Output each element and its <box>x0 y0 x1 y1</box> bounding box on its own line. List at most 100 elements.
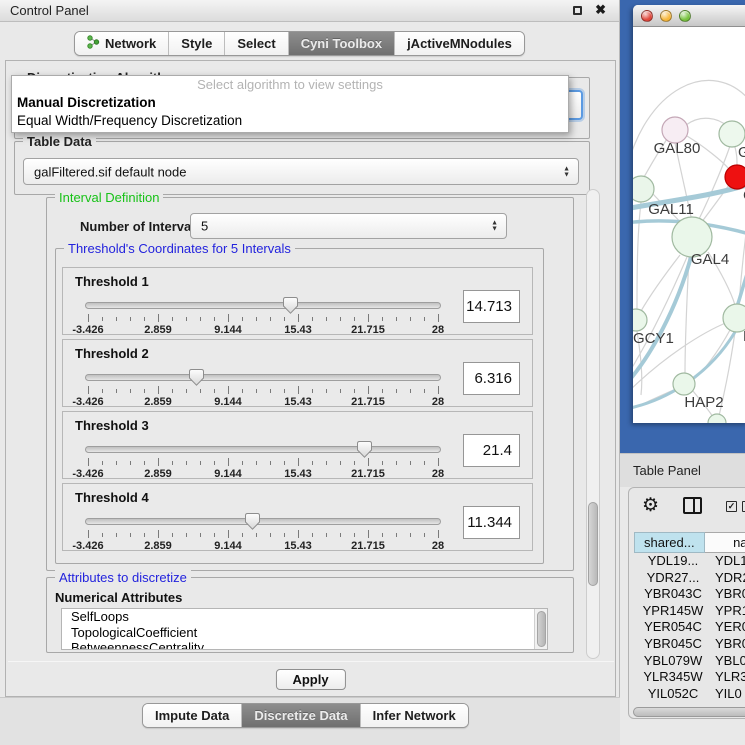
tab-jactivemnodules[interactable]: jActiveMNodules <box>395 32 524 55</box>
cell-name[interactable]: YLR3 <box>712 669 745 686</box>
tab-discretize-data[interactable]: Discretize Data <box>242 704 360 727</box>
table-data-combobox[interactable]: galFiltered.sif default node ▲▼ <box>23 158 579 185</box>
table-horizontal-scrollbar[interactable] <box>633 707 745 719</box>
tab-network[interactable]: Network <box>75 32 169 55</box>
cell-shared-name[interactable]: YPR145W <box>634 603 712 620</box>
slider-track[interactable] <box>85 518 441 525</box>
cell-name[interactable]: YBR0 <box>712 586 745 603</box>
slider-track[interactable] <box>85 374 441 381</box>
network-node-hap2[interactable] <box>673 373 695 395</box>
stepper-icon: ▲▼ <box>563 166 570 177</box>
tab-infer-network[interactable]: Infer Network <box>361 704 468 727</box>
mac-close-icon[interactable] <box>641 10 653 22</box>
cell-name[interactable]: YBR0 <box>712 636 745 653</box>
tick-label: 15.43 <box>284 540 312 552</box>
close-icon[interactable]: ✖ <box>595 2 606 18</box>
table-row[interactable]: YBR043CYBR0 <box>634 586 745 603</box>
threshold-slider[interactable]: -3.4262.8599.14415.4321.71528 <box>85 368 441 406</box>
cell-shared-name[interactable]: YDL19... <box>634 553 712 570</box>
threshold-slider[interactable]: -3.4262.8599.14415.4321.71528 <box>85 440 441 478</box>
tick-label: 21.715 <box>351 540 385 552</box>
slider-thumb[interactable] <box>357 441 372 458</box>
threshold-panel-1: Threshold 1-3.4262.8599.14415.4321.71528… <box>62 267 533 335</box>
attribute-item-topologicalcoefficient[interactable]: TopologicalCoefficient <box>62 625 547 641</box>
scrollbar-thumb[interactable] <box>588 502 598 586</box>
numerical-attributes-list[interactable]: SelfLoopsTopologicalCoefficientBetweenne… <box>61 608 548 650</box>
slider-track[interactable] <box>85 446 441 453</box>
cell-shared-name[interactable]: YLR345W <box>634 669 712 686</box>
algorithm-option-manual-discretization[interactable]: Manual Discretization <box>12 94 568 112</box>
attribute-item-selfloops[interactable]: SelfLoops <box>62 609 547 625</box>
tab-label: Discretize Data <box>254 708 347 723</box>
threshold-slider[interactable]: -3.4262.8599.14415.4321.71528 <box>85 512 441 550</box>
tab-style[interactable]: Style <box>169 32 225 55</box>
network-window-titlebar[interactable] <box>633 5 745 27</box>
table-row[interactable]: YIL052CYIL0 <box>634 686 745 703</box>
tab-impute-data[interactable]: Impute Data <box>143 704 242 727</box>
table-row[interactable]: YBR045CYBR0 <box>634 636 745 653</box>
network-node-gal11[interactable] <box>633 176 654 202</box>
slider-thumb[interactable] <box>283 297 298 314</box>
threshold-value-field[interactable]: 21.4 <box>463 434 520 467</box>
threshold-value-field[interactable]: 14.713 <box>463 290 520 323</box>
slider-tick-labels: -3.4262.8599.14415.4321.71528 <box>88 396 438 408</box>
algorithm-popup-options: Manual DiscretizationEqual Width/Frequen… <box>12 94 568 130</box>
algorithm-option-equal-width-frequency-discretization[interactable]: Equal Width/Frequency Discretization <box>12 112 568 130</box>
network-node-gcy1[interactable] <box>633 309 647 331</box>
float-window-icon[interactable] <box>573 6 582 15</box>
apply-button[interactable]: Apply <box>275 669 345 690</box>
tab-select[interactable]: Select <box>225 32 288 55</box>
cell-name[interactable]: YBL0 <box>712 653 745 670</box>
cell-shared-name[interactable]: YIL052C <box>634 686 712 703</box>
top-tab-bar: NetworkStyleSelect Cyni Toolbox jActiveMNo… <box>74 31 525 56</box>
attributes-scrollbar[interactable] <box>534 609 547 649</box>
bottom-tab-bar: Impute Data Discretize Data Infer Network <box>142 703 469 728</box>
network-window[interactable]: GAL80GACGAL11GAL4GCY1HHAP2 <box>633 5 745 423</box>
panel-title: Control Panel <box>10 3 89 18</box>
network-node-h[interactable] <box>723 304 745 332</box>
attribute-item-betweennesscentrality[interactable]: BetweennessCentrality <box>62 640 547 650</box>
table-row[interactable]: YLR345WYLR3 <box>634 669 745 686</box>
cell-shared-name[interactable]: YDR27... <box>634 570 712 587</box>
table-row[interactable]: YBL079WYBL0 <box>634 653 745 670</box>
threshold-slider[interactable]: -3.4262.8599.14415.4321.71528 <box>85 296 441 334</box>
number-of-intervals-combobox[interactable]: 5 ▲▼ <box>190 213 507 239</box>
cell-shared-name[interactable]: YBL079W <box>634 653 712 670</box>
gear-icon[interactable]: ⚙ <box>642 494 659 517</box>
table-row[interactable]: YDL19...YDL1 <box>634 553 745 570</box>
network-graph[interactable]: GAL80GACGAL11GAL4GCY1HHAP2 <box>633 27 745 423</box>
mac-zoom-icon[interactable] <box>679 10 691 22</box>
table-header-row: shared...na <box>634 532 745 553</box>
cell-shared-name[interactable]: YBR045C <box>634 636 712 653</box>
column-header-na[interactable]: na <box>705 532 745 553</box>
tab-label: Cyni Toolbox <box>301 36 382 51</box>
cell-name[interactable]: YDL1 <box>712 553 745 570</box>
settings-vertical-scrollbar[interactable] <box>586 189 600 659</box>
cell-shared-name[interactable]: YBR043C <box>634 586 712 603</box>
table-row[interactable]: YDR27...YDR2 <box>634 570 745 587</box>
slider-track[interactable] <box>85 302 441 309</box>
cell-name[interactable]: YIL0 <box>712 686 742 703</box>
cell-name[interactable]: YER0 <box>712 619 745 636</box>
split-columns-icon[interactable] <box>683 497 702 514</box>
scrollbar-thumb[interactable] <box>537 611 546 647</box>
table-row[interactable]: YER054CYER0 <box>634 619 745 636</box>
threshold-value-field[interactable]: 11.344 <box>463 506 520 539</box>
threshold-value-field[interactable]: 6.316 <box>463 362 520 395</box>
slider-thumb[interactable] <box>245 513 260 530</box>
network-node[interactable] <box>708 414 726 423</box>
tab-cyni-toolbox[interactable]: Cyni Toolbox <box>289 32 395 55</box>
column-header-shared[interactable]: shared... <box>634 532 705 553</box>
mac-minimize-icon[interactable] <box>660 10 672 22</box>
cell-name[interactable]: YDR2 <box>712 570 745 587</box>
scrollbar-thumb[interactable] <box>633 707 745 717</box>
checkbox-icon[interactable]: ✓ <box>726 501 737 512</box>
attributes-group: Attributes to discretize Numerical Attri… <box>46 577 574 653</box>
table-row[interactable]: YPR145WYPR1 <box>634 603 745 620</box>
network-node-c[interactable] <box>725 165 745 189</box>
tick-label: 2.859 <box>144 540 172 552</box>
algorithm-dropdown-popup: Select algorithm to view settings Manual… <box>11 75 569 133</box>
slider-thumb[interactable] <box>189 369 204 386</box>
cell-shared-name[interactable]: YER054C <box>634 619 712 636</box>
cell-name[interactable]: YPR1 <box>712 603 745 620</box>
